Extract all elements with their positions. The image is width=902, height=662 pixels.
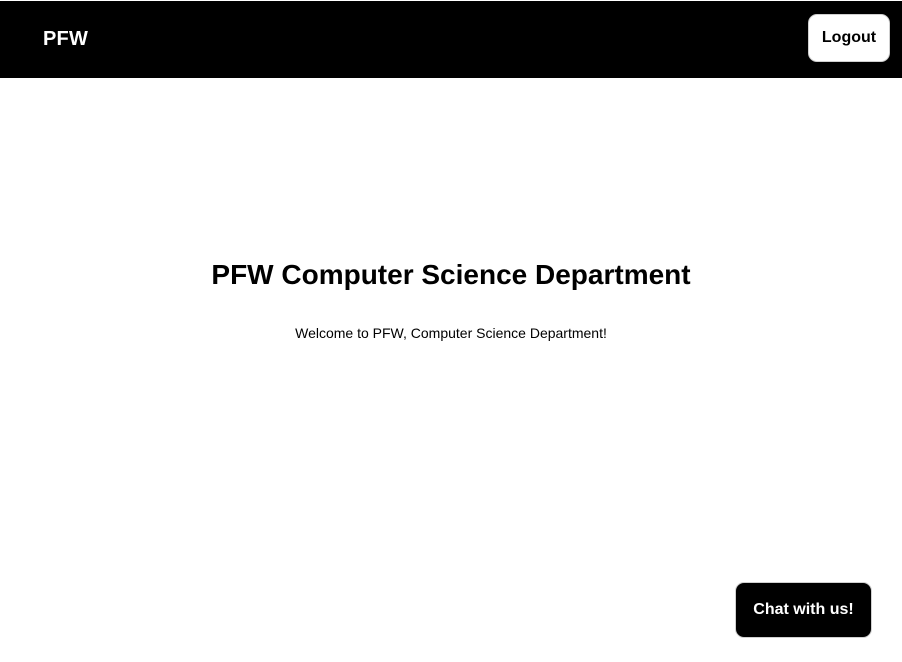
top-navigation-bar: PFW Logout <box>0 0 902 78</box>
brand-logo-text[interactable]: PFW <box>43 28 88 51</box>
chat-button[interactable]: Chat with us! <box>735 582 872 638</box>
main-content: PFW Computer Science Department Welcome … <box>0 0 902 662</box>
page-title: PFW Computer Science Department <box>211 259 691 290</box>
logout-button[interactable]: Logout <box>808 14 890 62</box>
welcome-message: Welcome to PFW, Computer Science Departm… <box>295 325 607 341</box>
